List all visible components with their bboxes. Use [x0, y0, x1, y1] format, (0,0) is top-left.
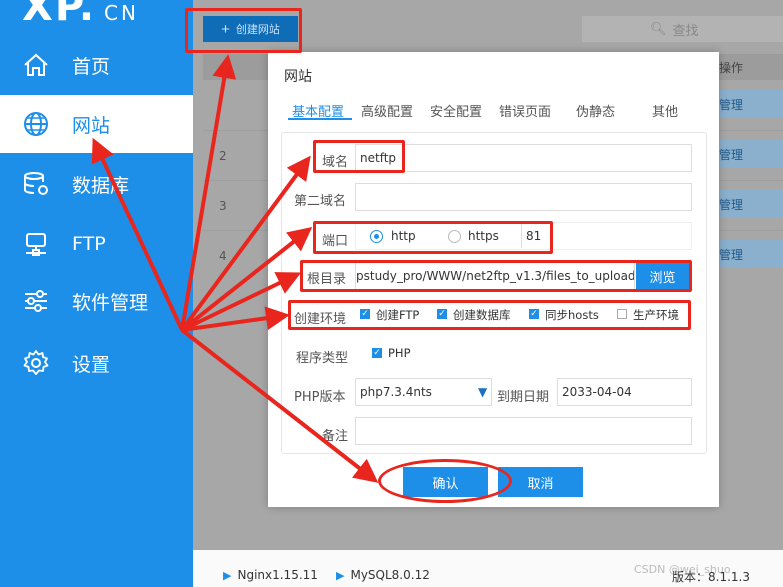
row-number: 4: [219, 249, 227, 263]
dialog-title: 网站: [284, 69, 312, 85]
domain-input[interactable]: netftp: [355, 144, 692, 172]
home-icon: [24, 53, 48, 76]
checkbox-php[interactable]: ✓: [372, 348, 382, 358]
play-icon: ▶: [223, 568, 232, 582]
annotation-confirm: [378, 459, 512, 503]
logo-suffix: CN: [104, 1, 139, 25]
annotation-domain: [313, 140, 405, 173]
php-label: PHP: [388, 346, 411, 360]
note-label: 备注: [322, 429, 349, 444]
annotation-root-dir: [300, 260, 692, 292]
tab-advanced-config[interactable]: 高级配置: [361, 101, 413, 120]
manage-button[interactable]: 管理: [719, 140, 783, 168]
active-tab-indicator: [288, 118, 352, 120]
annotation-env: [288, 300, 691, 330]
sidebar-item-database[interactable]: 数据库: [0, 155, 193, 213]
php-version-select[interactable]: php7.3.4nts: [355, 378, 492, 406]
tab-security-config[interactable]: 安全配置: [430, 101, 482, 120]
service-label: Nginx1.15.11: [237, 568, 318, 582]
note-input[interactable]: [355, 417, 692, 445]
sidebar-item-home[interactable]: 首页: [0, 36, 193, 94]
service-label: MySQL8.0.12: [350, 568, 430, 582]
service-mysql[interactable]: ▶ MySQL8.0.12: [336, 568, 430, 582]
search-input[interactable]: 🔍︎ 查找: [582, 16, 783, 42]
database-icon: [24, 172, 48, 195]
sidebar: XP. CN 首页 网站 数据库 FTP 软件管理 设置: [0, 0, 193, 587]
sidebar-item-website[interactable]: 网站: [0, 95, 193, 153]
expire-date-label: 到期日期: [497, 390, 550, 405]
php-version-label: PHP版本: [294, 390, 346, 405]
sidebar-item-label: 网站: [72, 114, 111, 137]
program-type-label: 程序类型: [296, 351, 349, 366]
sliders-icon: [25, 290, 47, 312]
manage-button[interactable]: 管理: [719, 190, 783, 218]
sidebar-item-label: FTP: [72, 233, 106, 255]
sidebar-item-settings[interactable]: 设置: [0, 334, 193, 392]
play-icon: ▶: [336, 568, 345, 582]
expire-date-input[interactable]: 2033-04-04: [557, 378, 692, 406]
tab-error-pages[interactable]: 错误页面: [499, 101, 551, 120]
annotation-port: [313, 221, 553, 254]
sidebar-item-label: 设置: [72, 353, 111, 376]
dropdown-arrow-icon[interactable]: ▼: [478, 385, 487, 399]
second-domain-input[interactable]: [355, 183, 692, 211]
ftp-icon: [26, 233, 46, 256]
search-icon: 🔍︎: [650, 21, 667, 37]
logo-main: XP.: [22, 0, 97, 30]
row-number: 2: [219, 149, 227, 163]
manage-button[interactable]: 管理: [719, 240, 783, 268]
logo: XP. CN: [22, 0, 139, 30]
globe-icon: [24, 112, 48, 136]
sidebar-item-software[interactable]: 软件管理: [0, 272, 193, 330]
sidebar-item-label: 数据库: [72, 174, 130, 197]
manage-button[interactable]: 管理: [719, 90, 783, 118]
gear-icon: [23, 350, 49, 375]
annotation-create-button: [185, 8, 302, 53]
service-nginx[interactable]: ▶ Nginx1.15.11: [223, 568, 318, 582]
sidebar-item-label: 软件管理: [72, 291, 149, 314]
tab-rewrite[interactable]: 伪静态: [576, 101, 615, 120]
sidebar-item-ftp[interactable]: FTP: [0, 215, 193, 273]
sidebar-item-label: 首页: [72, 55, 111, 78]
tab-other[interactable]: 其他: [652, 101, 678, 120]
search-placeholder: 查找: [672, 23, 699, 39]
version-label: 版本：8.1.1.3: [672, 570, 750, 584]
column-header-actions: 操作: [719, 61, 744, 75]
second-domain-label: 第二域名: [294, 194, 347, 209]
row-number: 3: [219, 199, 227, 213]
